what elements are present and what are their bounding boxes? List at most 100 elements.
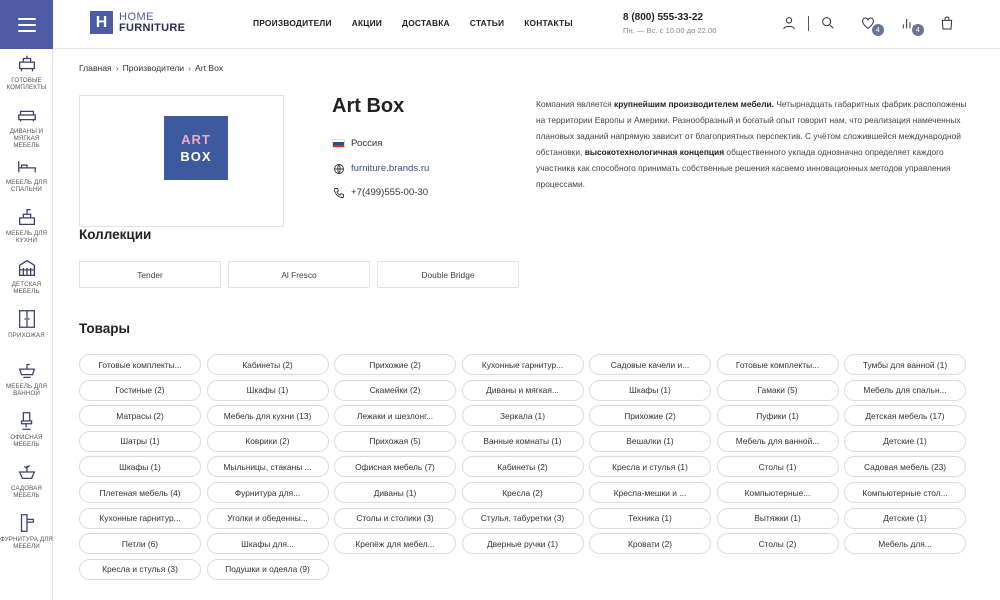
compare-count-badge: 4 bbox=[912, 24, 924, 36]
category-tag[interactable]: Прихожая (5) bbox=[334, 430, 456, 452]
category-tag[interactable]: Прихожие (2) bbox=[589, 405, 711, 427]
cart-button[interactable] bbox=[939, 15, 959, 35]
category-tag[interactable]: Ванные комнаты (1) bbox=[461, 430, 584, 452]
category-tag[interactable]: Шкафы (1) bbox=[79, 456, 201, 478]
category-tag[interactable]: Гостиные (2) bbox=[79, 379, 201, 401]
brand-phone-number[interactable]: +7(499)555-00-30 bbox=[351, 187, 428, 198]
category-tag[interactable]: Диваны (1) bbox=[334, 482, 456, 503]
breadcrumb-separator: › bbox=[188, 63, 191, 73]
category-tag[interactable]: Фурнитура для... bbox=[206, 482, 329, 503]
category-tag[interactable]: Зеркала (1) bbox=[461, 405, 584, 427]
website-link[interactable]: furniture.brands.ru bbox=[351, 163, 429, 174]
category-tag[interactable]: Мебель для ванной... bbox=[716, 430, 839, 452]
phone-number[interactable]: 8 (800) 555-33-22 bbox=[623, 12, 716, 23]
collection-card[interactable]: Tender bbox=[79, 261, 221, 288]
category-tag[interactable]: Матрасы (2) bbox=[79, 405, 201, 427]
sidebar-item-kids[interactable]: ДЕТСКАЯ МЕБЕЛЬ bbox=[0, 253, 53, 304]
nav-link-contacts[interactable]: КОНТАКТЫ bbox=[524, 18, 573, 28]
nav-link-articles[interactable]: СТАТЬИ bbox=[470, 18, 504, 28]
breadcrumb-manufacturers[interactable]: Производители bbox=[123, 63, 185, 73]
category-tag[interactable]: Кухонные гарнитур... bbox=[79, 507, 201, 529]
category-tag[interactable]: Кресла (2) bbox=[461, 482, 584, 503]
site-logo[interactable]: H HOME FURNITURE bbox=[90, 11, 185, 34]
category-tag[interactable]: Вешалки (1) bbox=[589, 430, 711, 452]
category-tag[interactable]: Крепёж для мебел... bbox=[334, 533, 456, 555]
category-tag[interactable]: Детские (1) bbox=[844, 507, 966, 529]
bag-icon bbox=[941, 16, 953, 30]
sidebar-item-office[interactable]: ОФИСНАЯ МЕБЕЛЬ bbox=[0, 406, 53, 457]
favorites-button[interactable]: 4 bbox=[860, 15, 884, 36]
description-highlight: крупнейшим производителем мебели. bbox=[614, 99, 774, 109]
category-tag[interactable]: Скамейки (2) bbox=[334, 379, 456, 401]
category-tag[interactable]: Шкафы для... bbox=[206, 533, 329, 555]
category-tag[interactable]: Дверные ручки (1) bbox=[461, 533, 584, 555]
category-tag[interactable]: Столы и столики (3) bbox=[334, 507, 456, 529]
sidebar-item-kitchen[interactable]: МЕБЕЛЬ ДЛЯ КУХНИ bbox=[0, 202, 53, 253]
sidebar-item-label: ГОТОВЫЕ КОМПЛЕКТЫ bbox=[6, 77, 47, 91]
collection-card[interactable]: Double Bridge bbox=[377, 261, 519, 288]
category-tag[interactable]: Мебель для кухни (13) bbox=[206, 405, 329, 427]
category-tag[interactable]: Петли (6) bbox=[79, 533, 201, 555]
category-tag[interactable]: Пуфики (1) bbox=[716, 405, 839, 427]
category-tag[interactable]: Компьютерные стол... bbox=[844, 482, 966, 503]
category-tag[interactable]: Мебель для спальн... bbox=[844, 379, 966, 401]
category-tag[interactable]: Стулья, табуретки (3) bbox=[461, 507, 584, 529]
sidebar-item-bathroom[interactable]: МЕБЕЛЬ ДЛЯ ВАННОЙ bbox=[0, 355, 53, 406]
sidebar-item-garden[interactable]: САДОВАЯ МЕБЕЛЬ bbox=[0, 457, 53, 508]
category-tag[interactable]: Кабинеты (2) bbox=[461, 456, 584, 478]
category-tag[interactable]: Столы (1) bbox=[716, 456, 839, 478]
account-button[interactable] bbox=[781, 15, 801, 35]
globe-icon bbox=[332, 162, 345, 175]
nav-link-delivery[interactable]: ДОСТАВКА bbox=[402, 18, 450, 28]
description-highlight: высокотехнологичная концепция bbox=[584, 147, 725, 157]
category-tag[interactable]: Прихожие (2) bbox=[334, 354, 456, 375]
category-tag[interactable]: Кабинеты (2) bbox=[206, 354, 329, 375]
category-tag[interactable]: Коврики (2) bbox=[206, 430, 329, 452]
category-tag[interactable]: Детская мебель (17) bbox=[844, 405, 966, 427]
category-tag[interactable]: Столы (2) bbox=[716, 533, 839, 555]
category-tag[interactable]: Кресла и стулья (1) bbox=[589, 456, 711, 478]
sidebar-item-hallway[interactable]: ПРИХОЖАЯ bbox=[0, 304, 53, 355]
category-tag[interactable]: Диваны и мягкая... bbox=[461, 379, 584, 401]
category-tag[interactable]: Кресла-мешки и ... bbox=[589, 482, 711, 503]
category-tag[interactable]: Компьютерные... bbox=[716, 482, 839, 503]
bath-sink-icon bbox=[18, 363, 35, 378]
category-tag[interactable]: Садовая мебель (23) bbox=[844, 456, 966, 478]
category-tag[interactable]: Кресла и стулья (3) bbox=[79, 558, 201, 580]
sidebar-item-ready-sets[interactable]: ГОТОВЫЕ КОМПЛЕКТЫ bbox=[0, 49, 53, 100]
nav-link-promotions[interactable]: АКЦИИ bbox=[352, 18, 382, 28]
kitchen-icon bbox=[18, 209, 35, 225]
category-tag[interactable]: Садовые качели и... bbox=[589, 354, 711, 375]
category-tag[interactable]: Тумбы для ванной (1) bbox=[844, 354, 966, 375]
category-tag[interactable]: Кровати (2) bbox=[589, 533, 711, 555]
collection-card[interactable]: Al Fresco bbox=[228, 261, 370, 288]
sidebar-item-label: ДЕТСКАЯ МЕБЕЛЬ bbox=[11, 281, 42, 295]
sidebar-item-sofas[interactable]: ДИВАНЫ И МЯГКАЯ МЕБЕЛЬ bbox=[0, 100, 53, 151]
nav-link-manufacturers[interactable]: ПРОИЗВОДИТЕЛИ bbox=[253, 18, 332, 28]
category-tag[interactable]: Мыльницы, стаканы ... bbox=[206, 456, 329, 478]
category-tag[interactable]: Шкафы (1) bbox=[589, 379, 711, 401]
category-tag[interactable]: Плетеная мебель (4) bbox=[79, 482, 201, 503]
category-tag[interactable]: Вытяжки (1) bbox=[716, 507, 839, 529]
breadcrumb-home[interactable]: Главная bbox=[79, 63, 112, 73]
category-tag[interactable]: Лежаки и шезлонг... bbox=[334, 405, 456, 427]
category-tag[interactable]: Шатры (1) bbox=[79, 430, 201, 452]
category-tag[interactable]: Уголки и обеденны... bbox=[206, 507, 329, 529]
menu-burger-button[interactable] bbox=[0, 0, 53, 49]
category-tag[interactable]: Техника (1) bbox=[589, 507, 711, 529]
search-button[interactable] bbox=[820, 15, 840, 35]
category-tag[interactable]: Гамаки (5) bbox=[716, 379, 839, 401]
compare-button[interactable]: 4 bbox=[900, 15, 924, 36]
category-tag[interactable]: Готовые комплекты... bbox=[716, 354, 839, 375]
office-chair-icon bbox=[20, 412, 32, 430]
russia-flag-icon bbox=[332, 137, 345, 150]
category-tag[interactable]: Кухонные гарнитур... bbox=[461, 354, 584, 375]
category-tag[interactable]: Мебель для... bbox=[844, 533, 966, 555]
category-tag[interactable]: Подушки и одеяла (9) bbox=[206, 558, 329, 580]
category-tag[interactable]: Детские (1) bbox=[844, 430, 966, 452]
category-tag[interactable]: Офисная мебель (7) bbox=[334, 456, 456, 478]
sidebar-item-bedroom[interactable]: МЕБЕЛЬ ДЛЯ СПАЛЬНИ bbox=[0, 151, 53, 202]
category-tag[interactable]: Готовые комплекты... bbox=[79, 354, 201, 375]
sidebar-item-hardware[interactable]: ФУРНИТУРА ДЛЯ МЕБЕЛИ bbox=[0, 508, 53, 559]
category-tag[interactable]: Шкафы (1) bbox=[206, 379, 329, 401]
